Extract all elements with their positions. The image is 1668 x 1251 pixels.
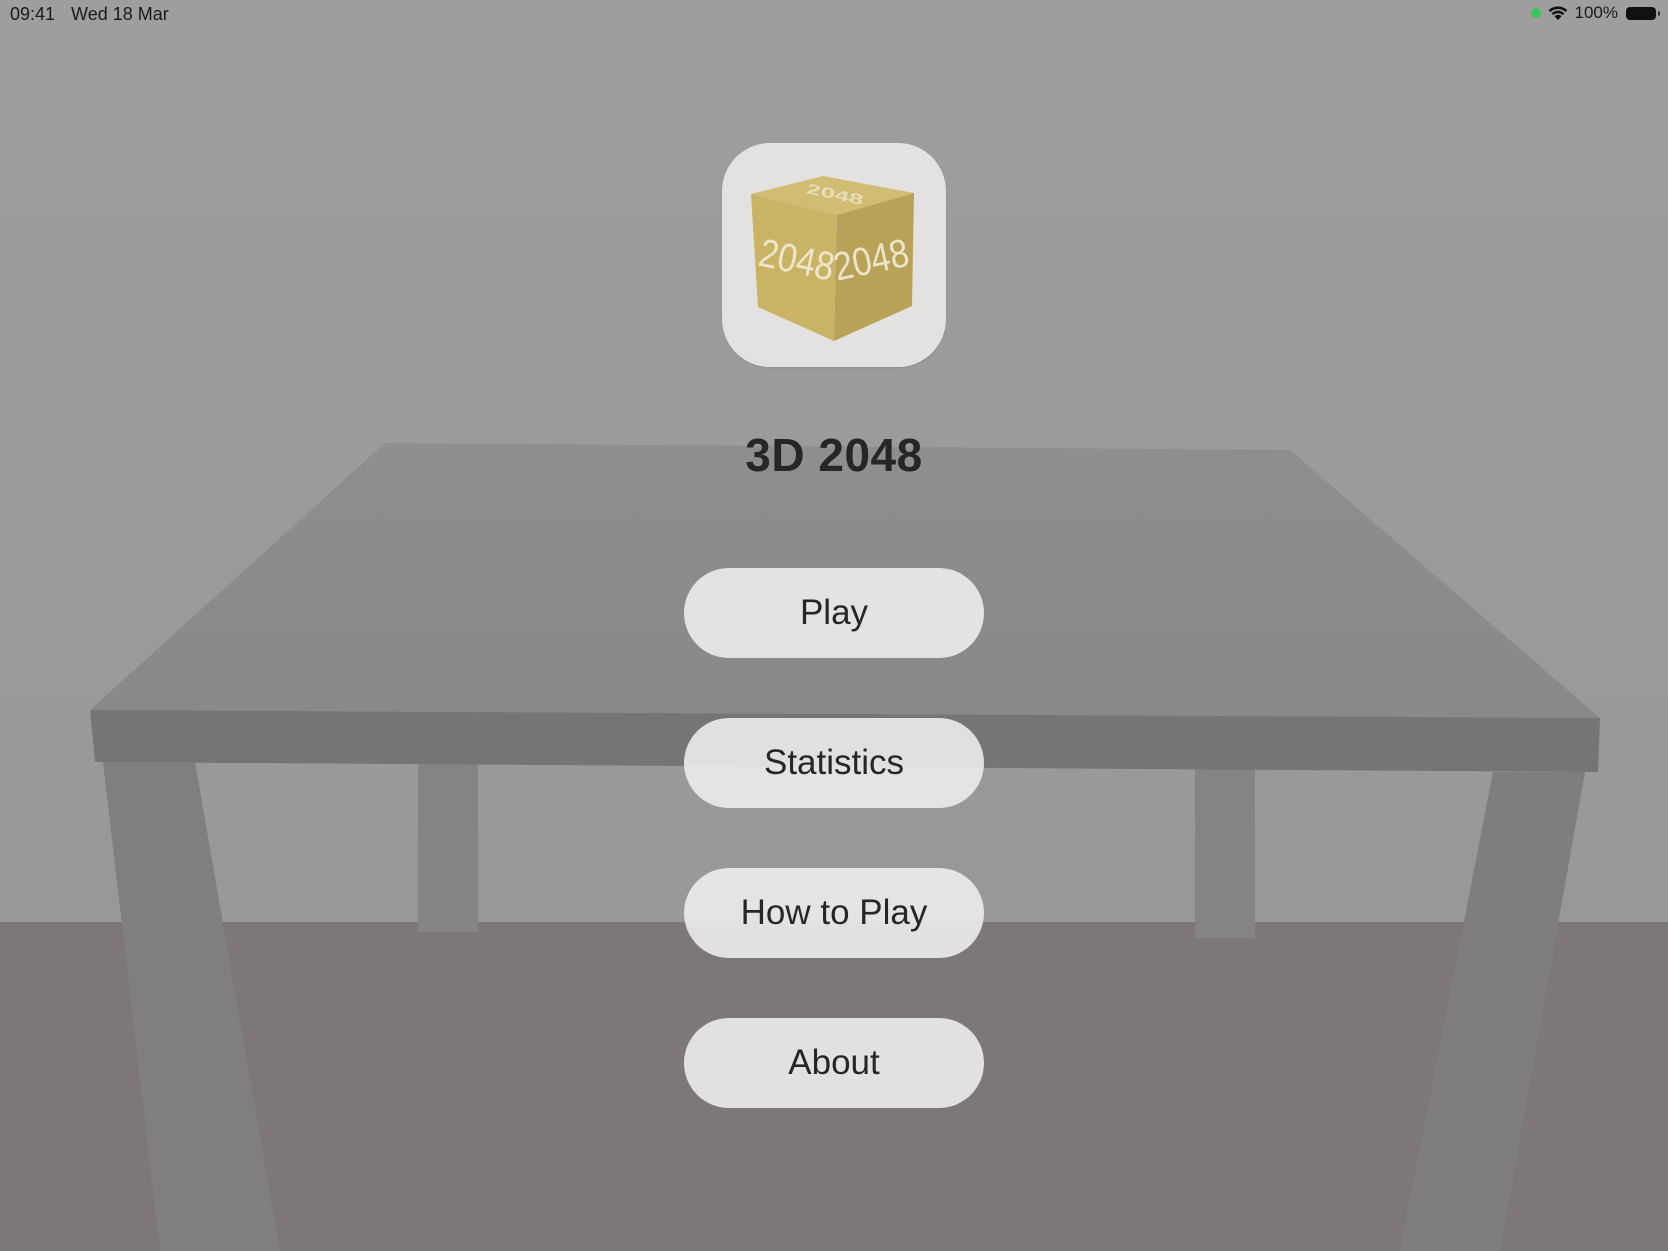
table-leg-back-left: [418, 760, 478, 932]
status-bar-left: 09:41 Wed 18 Mar: [10, 4, 169, 25]
status-date: Wed 18 Mar: [71, 4, 169, 24]
wifi-icon: [1548, 6, 1567, 20]
table-leg-back-right: [1195, 760, 1255, 938]
about-button[interactable]: About: [684, 1018, 984, 1108]
status-time: 09:41: [10, 4, 56, 24]
cube-2048-icon: 2048 2048 2048: [751, 176, 914, 341]
how-to-play-button[interactable]: How to Play: [684, 868, 984, 958]
main-menu-screen: 09:41 Wed 18 Mar 100% 2048 2048 2048 3D …: [0, 0, 1668, 1251]
app-title: 3D 2048: [745, 429, 923, 481]
battery-icon: [1626, 6, 1660, 20]
camera-indicator-icon: [1530, 8, 1541, 18]
status-bar-right: 100%: [1530, 3, 1660, 23]
play-button[interactable]: Play: [684, 568, 984, 658]
statistics-button[interactable]: Statistics: [684, 718, 984, 808]
battery-percent: 100%: [1574, 3, 1618, 22]
app-icon: 2048 2048 2048: [722, 143, 946, 367]
